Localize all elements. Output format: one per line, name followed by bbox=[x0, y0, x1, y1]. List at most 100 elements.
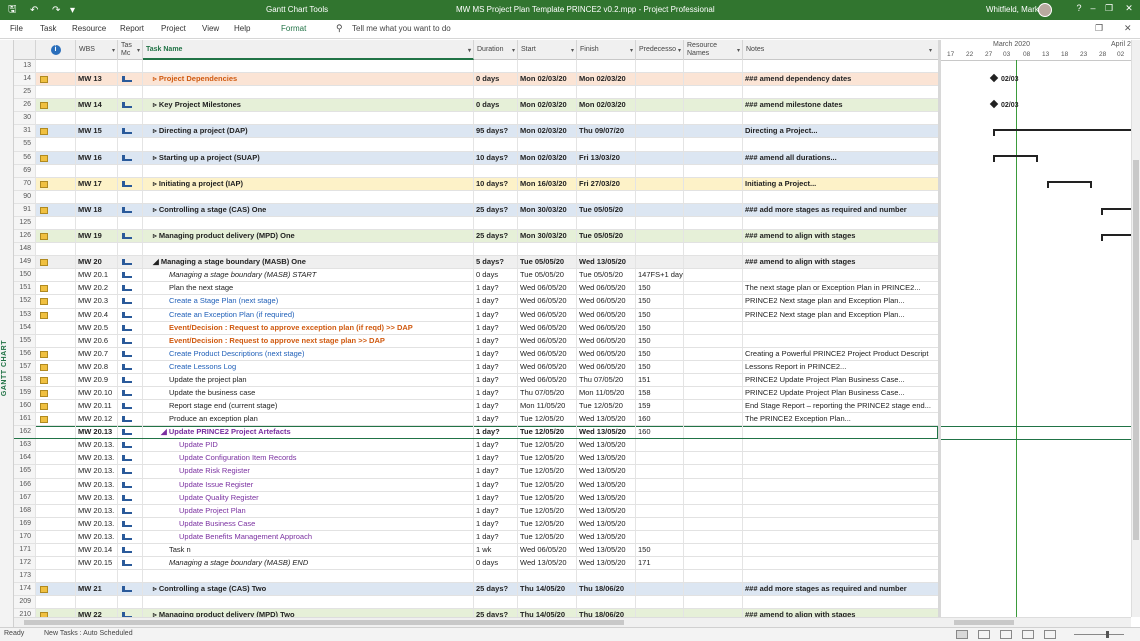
wbs-cell[interactable]: MW 20.12 bbox=[76, 413, 118, 426]
duration-cell[interactable] bbox=[474, 112, 518, 125]
table-row[interactable]: 13 bbox=[14, 60, 938, 74]
task-name-cell[interactable]: ▹ Starting up a project (SUAP) bbox=[143, 151, 474, 164]
finish-cell[interactable]: Wed 13/05/20 bbox=[577, 439, 636, 452]
task-name-cell[interactable]: Update Business Case bbox=[143, 517, 474, 530]
row-id[interactable]: 168 bbox=[14, 504, 36, 517]
duration-cell[interactable]: 0 days bbox=[474, 557, 518, 570]
table-row[interactable]: 164 MW 20.13. Update Configuration Item Re… bbox=[14, 452, 938, 466]
task-mode-cell[interactable] bbox=[118, 60, 143, 73]
wbs-cell[interactable]: MW 20.9 bbox=[76, 373, 118, 386]
table-row[interactable]: 159 MW 20.10 Update the business case 1 day… bbox=[14, 387, 938, 401]
finish-cell[interactable]: Wed 13/05/20 bbox=[577, 465, 636, 478]
task-name-cell[interactable]: ▹ Directing a project (DAP) bbox=[143, 125, 474, 138]
task-mode-cell[interactable] bbox=[118, 452, 143, 465]
predecessors-cell[interactable] bbox=[636, 596, 684, 609]
start-cell[interactable]: Mon 30/03/20 bbox=[518, 230, 577, 243]
note-icon[interactable] bbox=[40, 206, 48, 214]
indicators-cell[interactable] bbox=[36, 164, 76, 177]
task-mode-cell[interactable] bbox=[118, 426, 143, 439]
note-icon[interactable] bbox=[40, 76, 48, 84]
notes-cell[interactable]: PRINCE2 Next stage plan and Exception Pl… bbox=[743, 309, 938, 321]
predecessors-cell[interactable] bbox=[636, 73, 684, 86]
row-id[interactable]: 13 bbox=[14, 60, 36, 73]
indicators-cell[interactable] bbox=[36, 230, 76, 243]
table-row[interactable]: 125 bbox=[14, 216, 938, 231]
note-icon[interactable] bbox=[40, 285, 48, 293]
milestone[interactable]: 02/03 bbox=[989, 99, 1019, 109]
finish-cell[interactable]: Thu 07/05/20 bbox=[577, 373, 636, 386]
start-cell[interactable]: Wed 13/05/20 bbox=[518, 557, 577, 570]
task-mode-cell[interactable] bbox=[118, 465, 143, 478]
finish-cell[interactable]: Wed 13/05/20 bbox=[577, 504, 636, 517]
row-id[interactable]: 154 bbox=[14, 321, 36, 334]
start-cell[interactable]: Tue 12/05/20 bbox=[518, 439, 577, 452]
resource-names-cell[interactable] bbox=[684, 609, 743, 617]
duration-cell[interactable]: 10 days? bbox=[474, 151, 518, 164]
task-name-cell[interactable] bbox=[143, 138, 474, 151]
chevron-down-icon[interactable]: ▾ bbox=[630, 47, 633, 55]
task-mode-cell[interactable] bbox=[118, 543, 143, 557]
chevron-down-icon[interactable]: ▾ bbox=[678, 47, 681, 55]
task-name-cell[interactable]: Event/Decision : Request to approve next… bbox=[143, 334, 474, 347]
duration-cell[interactable] bbox=[474, 216, 518, 230]
finish-cell[interactable] bbox=[577, 596, 636, 609]
task-name-cell[interactable]: Update Issue Register bbox=[143, 478, 474, 491]
table-row[interactable]: 162 MW 20.13 ◢ Update PRINCE2 Project Arte… bbox=[14, 426, 938, 440]
row-id[interactable]: 170 bbox=[14, 530, 36, 543]
resource-names-cell[interactable] bbox=[684, 517, 743, 530]
wbs-cell[interactable]: MW 20.13. bbox=[76, 478, 118, 491]
wbs-cell[interactable] bbox=[76, 86, 118, 99]
resource-names-cell[interactable] bbox=[684, 583, 743, 596]
finish-cell[interactable]: Fri 27/03/20 bbox=[577, 177, 636, 190]
team-planner-view-icon[interactable] bbox=[1000, 630, 1012, 639]
task-name-cell[interactable]: ▹ Managing product delivery (MPD) Two bbox=[143, 609, 474, 617]
scroll-thumb[interactable] bbox=[1133, 160, 1139, 540]
wbs-cell[interactable] bbox=[76, 243, 118, 256]
table-row[interactable]: 156 MW 20.7 Create Product Descriptions (n… bbox=[14, 347, 938, 361]
table-row[interactable]: 150 MW 20.1 Managing a stage boundary (MAS… bbox=[14, 269, 938, 283]
note-icon[interactable] bbox=[40, 403, 48, 411]
start-cell[interactable] bbox=[518, 190, 577, 203]
table-row[interactable]: 70 MW 17 ▹ Initiating a project (IAP) 10 da… bbox=[14, 177, 938, 191]
resource-names-cell[interactable] bbox=[684, 557, 743, 570]
start-cell[interactable]: Thu 07/05/20 bbox=[518, 387, 577, 400]
resource-names-cell[interactable] bbox=[684, 504, 743, 517]
table-row[interactable]: 157 MW 20.8 Create Lessons Log 1 day? Wed 06… bbox=[14, 360, 938, 374]
task-mode-cell[interactable] bbox=[118, 557, 143, 570]
row-id[interactable]: 69 bbox=[14, 164, 36, 177]
maximize-button[interactable]: ❐ bbox=[1102, 3, 1116, 14]
row-id[interactable]: 55 bbox=[14, 138, 36, 151]
finish-cell[interactable]: Wed 06/05/20 bbox=[577, 295, 636, 308]
duration-cell[interactable]: 25 days? bbox=[474, 230, 518, 243]
row-id[interactable]: 164 bbox=[14, 452, 36, 465]
resource-names-header[interactable]: Resource Names ▾ bbox=[684, 40, 743, 60]
wbs-cell[interactable]: MW 20.13 bbox=[76, 426, 118, 439]
task-name-cell[interactable]: Plan the next stage bbox=[143, 282, 474, 295]
table-row[interactable]: 91 MW 18 ▹ Controlling a stage (CAS) One 25… bbox=[14, 203, 938, 217]
task-name-cell[interactable] bbox=[143, 112, 474, 125]
start-cell[interactable]: Mon 02/03/20 bbox=[518, 73, 577, 86]
predecessors-cell[interactable] bbox=[636, 491, 684, 504]
resource-names-cell[interactable] bbox=[684, 177, 743, 190]
task-name-cell[interactable]: ▹ Controlling a stage (CAS) One bbox=[143, 203, 474, 216]
duration-cell[interactable]: 1 day? bbox=[474, 360, 518, 373]
wbs-cell[interactable]: MW 20.6 bbox=[76, 334, 118, 347]
resource-names-cell[interactable] bbox=[684, 60, 743, 73]
notes-cell[interactable]: PRINCE2 Update Project Plan Business Cas… bbox=[743, 374, 938, 386]
indicators-cell[interactable] bbox=[36, 216, 76, 230]
row-id[interactable]: 56 bbox=[14, 151, 36, 164]
note-icon[interactable] bbox=[40, 259, 48, 267]
duration-cell[interactable]: 1 day? bbox=[474, 308, 518, 321]
predecessors-cell[interactable]: 160 bbox=[636, 413, 684, 426]
start-cell[interactable]: Mon 02/03/20 bbox=[518, 99, 577, 112]
notes-cell[interactable] bbox=[743, 518, 938, 530]
table-row[interactable]: 155 MW 20.6 Event/Decision : Request to ap… bbox=[14, 334, 938, 348]
indicators-cell[interactable] bbox=[36, 138, 76, 151]
notes-cell[interactable] bbox=[743, 322, 938, 334]
task-name-cell[interactable]: Update the business case bbox=[143, 387, 474, 400]
summary-bar[interactable] bbox=[1047, 181, 1092, 188]
row-id[interactable]: 161 bbox=[14, 413, 36, 426]
tell-me-search[interactable]: Tell me what you want to do bbox=[352, 24, 451, 33]
duration-cell[interactable]: 1 day? bbox=[474, 334, 518, 347]
notes-cell[interactable] bbox=[743, 60, 938, 72]
